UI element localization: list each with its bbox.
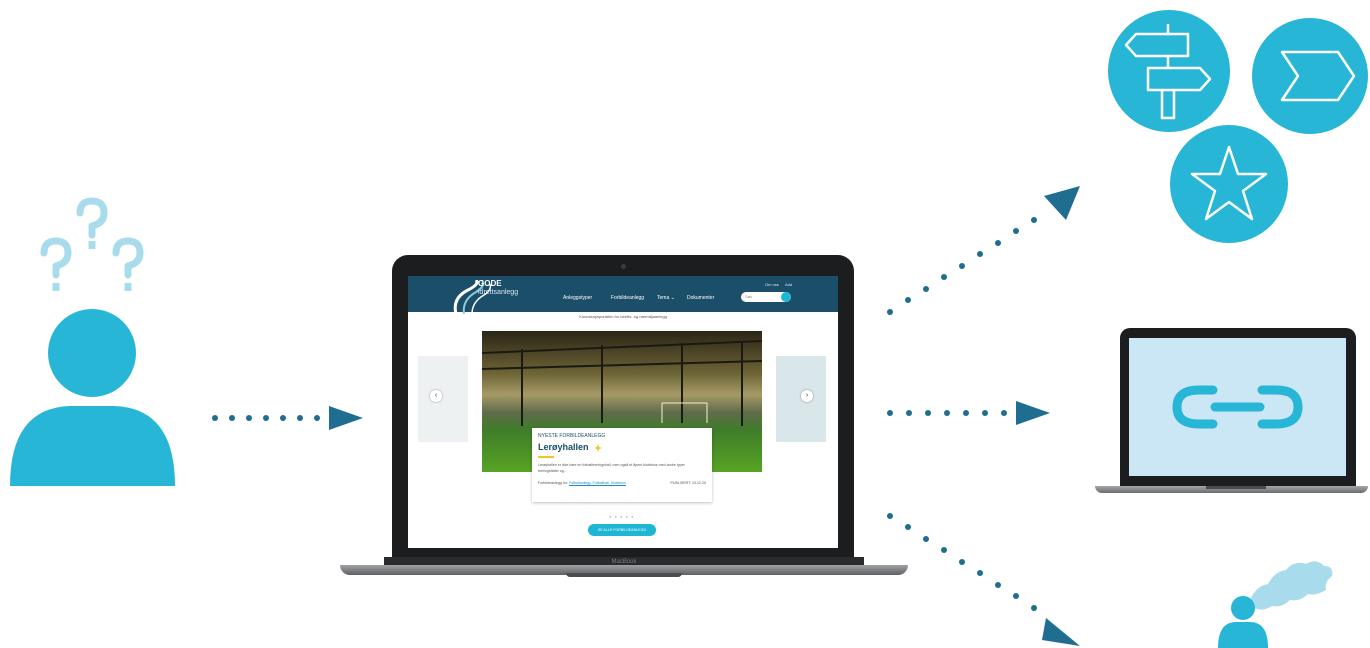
card-meta-links[interactable]: Fotballanlegg, Fotballhall, Klubbhus bbox=[569, 481, 626, 485]
nav-dokumenter[interactable]: Dokumenter bbox=[687, 295, 714, 301]
star-icon bbox=[1190, 145, 1268, 221]
site-logo-title: GODE bbox=[478, 279, 502, 288]
search-icon[interactable] bbox=[781, 292, 791, 302]
link-icon bbox=[1172, 385, 1303, 429]
card-meta: Forbildeanlegg for: Fotballanlegg, Fotba… bbox=[538, 481, 626, 485]
laptop-camera bbox=[621, 264, 626, 269]
chevron-right-icon bbox=[1280, 50, 1356, 102]
card-kicker: NYESTE FORBILDEANLEGG bbox=[538, 433, 606, 439]
site-tagline: Kunnskapsportalen for idretts- og nærmil… bbox=[579, 314, 667, 319]
guidance-circle bbox=[1108, 10, 1230, 132]
card-title[interactable]: Lerøyhallen bbox=[538, 442, 589, 452]
carousel-prev-button[interactable]: ‹ bbox=[430, 390, 442, 402]
site-header: GODE idrettsanlegg Anleggstyper Forbilde… bbox=[408, 276, 838, 314]
toplink-om-oss[interactable]: Om oss bbox=[765, 282, 779, 287]
toplink-add[interactable]: Add bbox=[785, 282, 792, 287]
links-laptop-screen bbox=[1129, 338, 1346, 476]
arrow-to-links bbox=[887, 401, 1050, 425]
arrow-to-guidance bbox=[887, 186, 1080, 315]
card-text: Lerøyhallen er ikke bare en fotballtreni… bbox=[538, 463, 685, 473]
featured-card[interactable]: NYESTE FORBILDEANLEGG Lerøyhallen Lerøyh… bbox=[532, 428, 712, 502]
sparkle-icon bbox=[594, 444, 602, 452]
search-input[interactable]: Søk bbox=[741, 292, 791, 302]
search-placeholder: Søk bbox=[745, 294, 753, 299]
see-all-button[interactable]: SE ALLE FORBILDEANLEGG bbox=[588, 524, 656, 536]
website-screen: GODE idrettsanlegg Anleggstyper Forbilde… bbox=[408, 276, 838, 548]
nav-forbildeanlegg[interactable]: Forbildeanlegg bbox=[611, 295, 644, 301]
card-date: PUBLISERT: 10.12.20 bbox=[670, 481, 707, 485]
arrow-to-website bbox=[212, 406, 363, 430]
carousel-prev-card[interactable] bbox=[418, 356, 468, 442]
card-meta-label: Forbildeanlegg for: bbox=[538, 481, 568, 485]
question-mark-icon bbox=[40, 197, 144, 291]
signpost-icon bbox=[1124, 24, 1212, 120]
direction-circle bbox=[1252, 18, 1368, 134]
map-person-icon bbox=[1218, 561, 1333, 648]
nav-tema[interactable]: Tema ⌄ bbox=[657, 295, 675, 301]
person-icon bbox=[10, 309, 175, 486]
links-laptop-notch bbox=[1206, 486, 1266, 489]
carousel-dots[interactable]: ● ● ● ● ● bbox=[609, 514, 635, 519]
laptop-notch bbox=[566, 573, 682, 577]
site-logo[interactable]: GODE idrettsanlegg bbox=[478, 279, 518, 297]
nav-anleggstyper[interactable]: Anleggstyper bbox=[563, 295, 592, 301]
carousel-next-button[interactable]: › bbox=[801, 390, 813, 402]
arrow-to-regional bbox=[887, 513, 1080, 646]
favorite-circle bbox=[1170, 125, 1288, 243]
card-underline bbox=[538, 456, 554, 458]
site-logo-subtitle: idrettsanlegg bbox=[478, 289, 519, 296]
